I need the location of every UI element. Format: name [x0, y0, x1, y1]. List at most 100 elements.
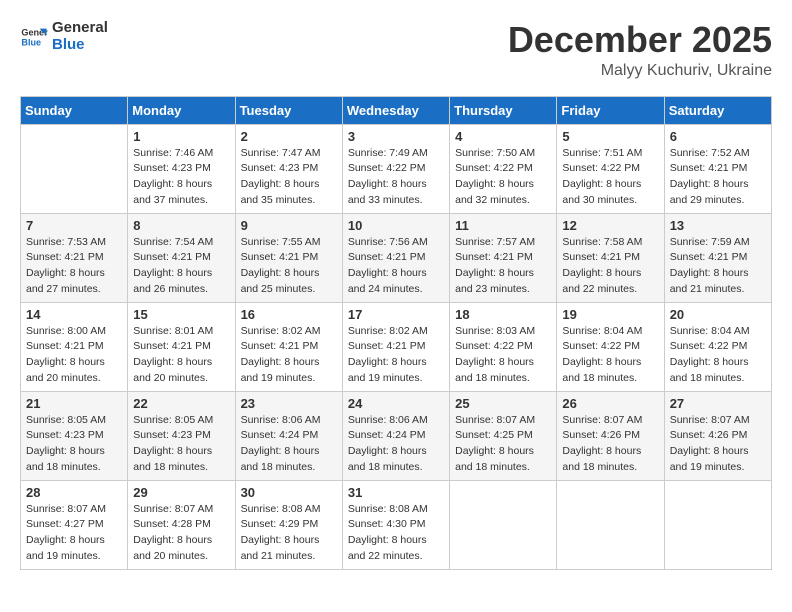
calendar-cell: 19 Sunrise: 8:04 AMSunset: 4:22 PMDayligh… — [557, 302, 664, 391]
day-number: 3 — [348, 129, 444, 144]
calendar-cell: 12Sunrise: 7:58 AMSunset: 4:21 PMDayligh… — [557, 213, 664, 302]
day-info: Sunrise: 8:04 AMSunset: 4:22 PMDaylight:… — [670, 324, 766, 387]
calendar-cell: 13 Sunrise: 7:59 AMSunset: 4:21 PMDayligh… — [664, 213, 771, 302]
day-info: Sunrise: 8:08 AMSunset: 4:30 PMDaylight:… — [348, 502, 444, 565]
day-info: Sunrise: 8:03 AMSunset: 4:22 PMDaylight:… — [455, 324, 551, 387]
day-number: 7 — [26, 218, 122, 233]
day-info: Sunrise: 8:02 AMSunset: 4:21 PMDaylight:… — [241, 324, 337, 387]
day-info: Sunrise: 8:01 AMSunset: 4:21 PMDaylight:… — [133, 324, 229, 387]
day-info: Sunrise: 8:05 AMSunset: 4:23 PMDaylight:… — [133, 413, 229, 476]
calendar-cell: 3 Sunrise: 7:49 AMSunset: 4:22 PMDaylight… — [342, 124, 449, 213]
day-number: 4 — [455, 129, 551, 144]
day-info: Sunrise: 7:57 AMSunset: 4:21 PMDaylight:… — [455, 235, 551, 298]
day-number: 27 — [670, 396, 766, 411]
day-number: 2 — [241, 129, 337, 144]
location-subtitle: Malyy Kuchuriv, Ukraine — [508, 62, 772, 80]
day-number: 14 — [26, 307, 122, 322]
day-info: Sunrise: 7:56 AMSunset: 4:21 PMDaylight:… — [348, 235, 444, 298]
weekday-header-saturday: Saturday — [664, 96, 771, 124]
day-info: Sunrise: 8:02 AMSunset: 4:21 PMDaylight:… — [348, 324, 444, 387]
day-info: Sunrise: 8:08 AMSunset: 4:29 PMDaylight:… — [241, 502, 337, 565]
calendar-cell: 21 Sunrise: 8:05 AMSunset: 4:23 PMDayligh… — [21, 391, 128, 480]
calendar-week-row: 1 Sunrise: 7:46 AMSunset: 4:23 PMDaylight… — [21, 124, 772, 213]
month-year-title: December 2025 — [508, 20, 772, 60]
title-block: December 2025 Malyy Kuchuriv, Ukraine — [508, 20, 772, 80]
weekday-header-friday: Friday — [557, 96, 664, 124]
day-number: 24 — [348, 396, 444, 411]
weekday-header-sunday: Sunday — [21, 96, 128, 124]
calendar-cell: 6Sunrise: 7:52 AMSunset: 4:21 PMDaylight… — [664, 124, 771, 213]
weekday-header-wednesday: Wednesday — [342, 96, 449, 124]
day-number: 21 — [26, 396, 122, 411]
calendar-cell: 24 Sunrise: 8:06 AMSunset: 4:24 PMDayligh… — [342, 391, 449, 480]
calendar-cell: 23Sunrise: 8:06 AMSunset: 4:24 PMDayligh… — [235, 391, 342, 480]
day-number: 6 — [670, 129, 766, 144]
weekday-header-monday: Monday — [128, 96, 235, 124]
day-number: 18 — [455, 307, 551, 322]
calendar-cell: 31Sunrise: 8:08 AMSunset: 4:30 PMDayligh… — [342, 480, 449, 569]
day-number: 19 — [562, 307, 658, 322]
page-header: General Blue General Blue December 2025 … — [20, 20, 772, 80]
day-info: Sunrise: 7:55 AMSunset: 4:21 PMDaylight:… — [241, 235, 337, 298]
calendar-cell: 18 Sunrise: 8:03 AMSunset: 4:22 PMDayligh… — [450, 302, 557, 391]
day-number: 13 — [670, 218, 766, 233]
day-info: Sunrise: 7:47 AMSunset: 4:23 PMDaylight:… — [241, 146, 337, 209]
day-info: Sunrise: 8:06 AMSunset: 4:24 PMDaylight:… — [348, 413, 444, 476]
calendar-cell: 2 Sunrise: 7:47 AMSunset: 4:23 PMDaylight… — [235, 124, 342, 213]
weekday-header-tuesday: Tuesday — [235, 96, 342, 124]
day-number: 1 — [133, 129, 229, 144]
calendar-cell — [450, 480, 557, 569]
logo-text-general: General — [52, 20, 108, 37]
calendar-week-row: 28Sunrise: 8:07 AMSunset: 4:27 PMDayligh… — [21, 480, 772, 569]
day-info: Sunrise: 7:51 AMSunset: 4:22 PMDaylight:… — [562, 146, 658, 209]
calendar-week-row: 14Sunrise: 8:00 AMSunset: 4:21 PMDayligh… — [21, 302, 772, 391]
day-number: 26 — [562, 396, 658, 411]
calendar-header-row: SundayMondayTuesdayWednesdayThursdayFrid… — [21, 96, 772, 124]
day-info: Sunrise: 8:07 AMSunset: 4:25 PMDaylight:… — [455, 413, 551, 476]
calendar-cell: 17 Sunrise: 8:02 AMSunset: 4:21 PMDayligh… — [342, 302, 449, 391]
day-number: 8 — [133, 218, 229, 233]
calendar-cell: 27 Sunrise: 8:07 AMSunset: 4:26 PMDayligh… — [664, 391, 771, 480]
calendar-cell: 26Sunrise: 8:07 AMSunset: 4:26 PMDayligh… — [557, 391, 664, 480]
day-number: 15 — [133, 307, 229, 322]
day-number: 5 — [562, 129, 658, 144]
day-number: 25 — [455, 396, 551, 411]
calendar-cell: 11 Sunrise: 7:57 AMSunset: 4:21 PMDayligh… — [450, 213, 557, 302]
day-number: 11 — [455, 218, 551, 233]
day-number: 20 — [670, 307, 766, 322]
calendar-cell: 5 Sunrise: 7:51 AMSunset: 4:22 PMDaylight… — [557, 124, 664, 213]
day-number: 9 — [241, 218, 337, 233]
day-info: Sunrise: 8:06 AMSunset: 4:24 PMDaylight:… — [241, 413, 337, 476]
weekday-header-thursday: Thursday — [450, 96, 557, 124]
day-info: Sunrise: 7:54 AMSunset: 4:21 PMDaylight:… — [133, 235, 229, 298]
day-info: Sunrise: 8:04 AMSunset: 4:22 PMDaylight:… — [562, 324, 658, 387]
day-number: 17 — [348, 307, 444, 322]
calendar-cell: 29Sunrise: 8:07 AMSunset: 4:28 PMDayligh… — [128, 480, 235, 569]
calendar-cell — [557, 480, 664, 569]
day-info: Sunrise: 7:46 AMSunset: 4:23 PMDaylight:… — [133, 146, 229, 209]
svg-text:Blue: Blue — [21, 37, 41, 47]
calendar-cell: 30 Sunrise: 8:08 AMSunset: 4:29 PMDayligh… — [235, 480, 342, 569]
calendar-cell: 7Sunrise: 7:53 AMSunset: 4:21 PMDaylight… — [21, 213, 128, 302]
day-info: Sunrise: 7:59 AMSunset: 4:21 PMDaylight:… — [670, 235, 766, 298]
calendar-cell: 25 Sunrise: 8:07 AMSunset: 4:25 PMDayligh… — [450, 391, 557, 480]
calendar-cell: 28Sunrise: 8:07 AMSunset: 4:27 PMDayligh… — [21, 480, 128, 569]
day-number: 22 — [133, 396, 229, 411]
calendar-cell: 1 Sunrise: 7:46 AMSunset: 4:23 PMDaylight… — [128, 124, 235, 213]
day-info: Sunrise: 7:49 AMSunset: 4:22 PMDaylight:… — [348, 146, 444, 209]
calendar-cell — [21, 124, 128, 213]
day-number: 12 — [562, 218, 658, 233]
calendar-cell: 8 Sunrise: 7:54 AMSunset: 4:21 PMDaylight… — [128, 213, 235, 302]
day-info: Sunrise: 7:50 AMSunset: 4:22 PMDaylight:… — [455, 146, 551, 209]
day-number: 10 — [348, 218, 444, 233]
calendar-cell: 20 Sunrise: 8:04 AMSunset: 4:22 PMDayligh… — [664, 302, 771, 391]
day-number: 16 — [241, 307, 337, 322]
day-info: Sunrise: 8:07 AMSunset: 4:26 PMDaylight:… — [670, 413, 766, 476]
calendar-cell: 15 Sunrise: 8:01 AMSunset: 4:21 PMDayligh… — [128, 302, 235, 391]
day-info: Sunrise: 8:05 AMSunset: 4:23 PMDaylight:… — [26, 413, 122, 476]
calendar-cell: 22 Sunrise: 8:05 AMSunset: 4:23 PMDayligh… — [128, 391, 235, 480]
day-number: 30 — [241, 485, 337, 500]
calendar-table: SundayMondayTuesdayWednesdayThursdayFrid… — [20, 96, 772, 570]
day-info: Sunrise: 8:07 AMSunset: 4:28 PMDaylight:… — [133, 502, 229, 565]
logo-icon: General Blue — [20, 23, 48, 51]
